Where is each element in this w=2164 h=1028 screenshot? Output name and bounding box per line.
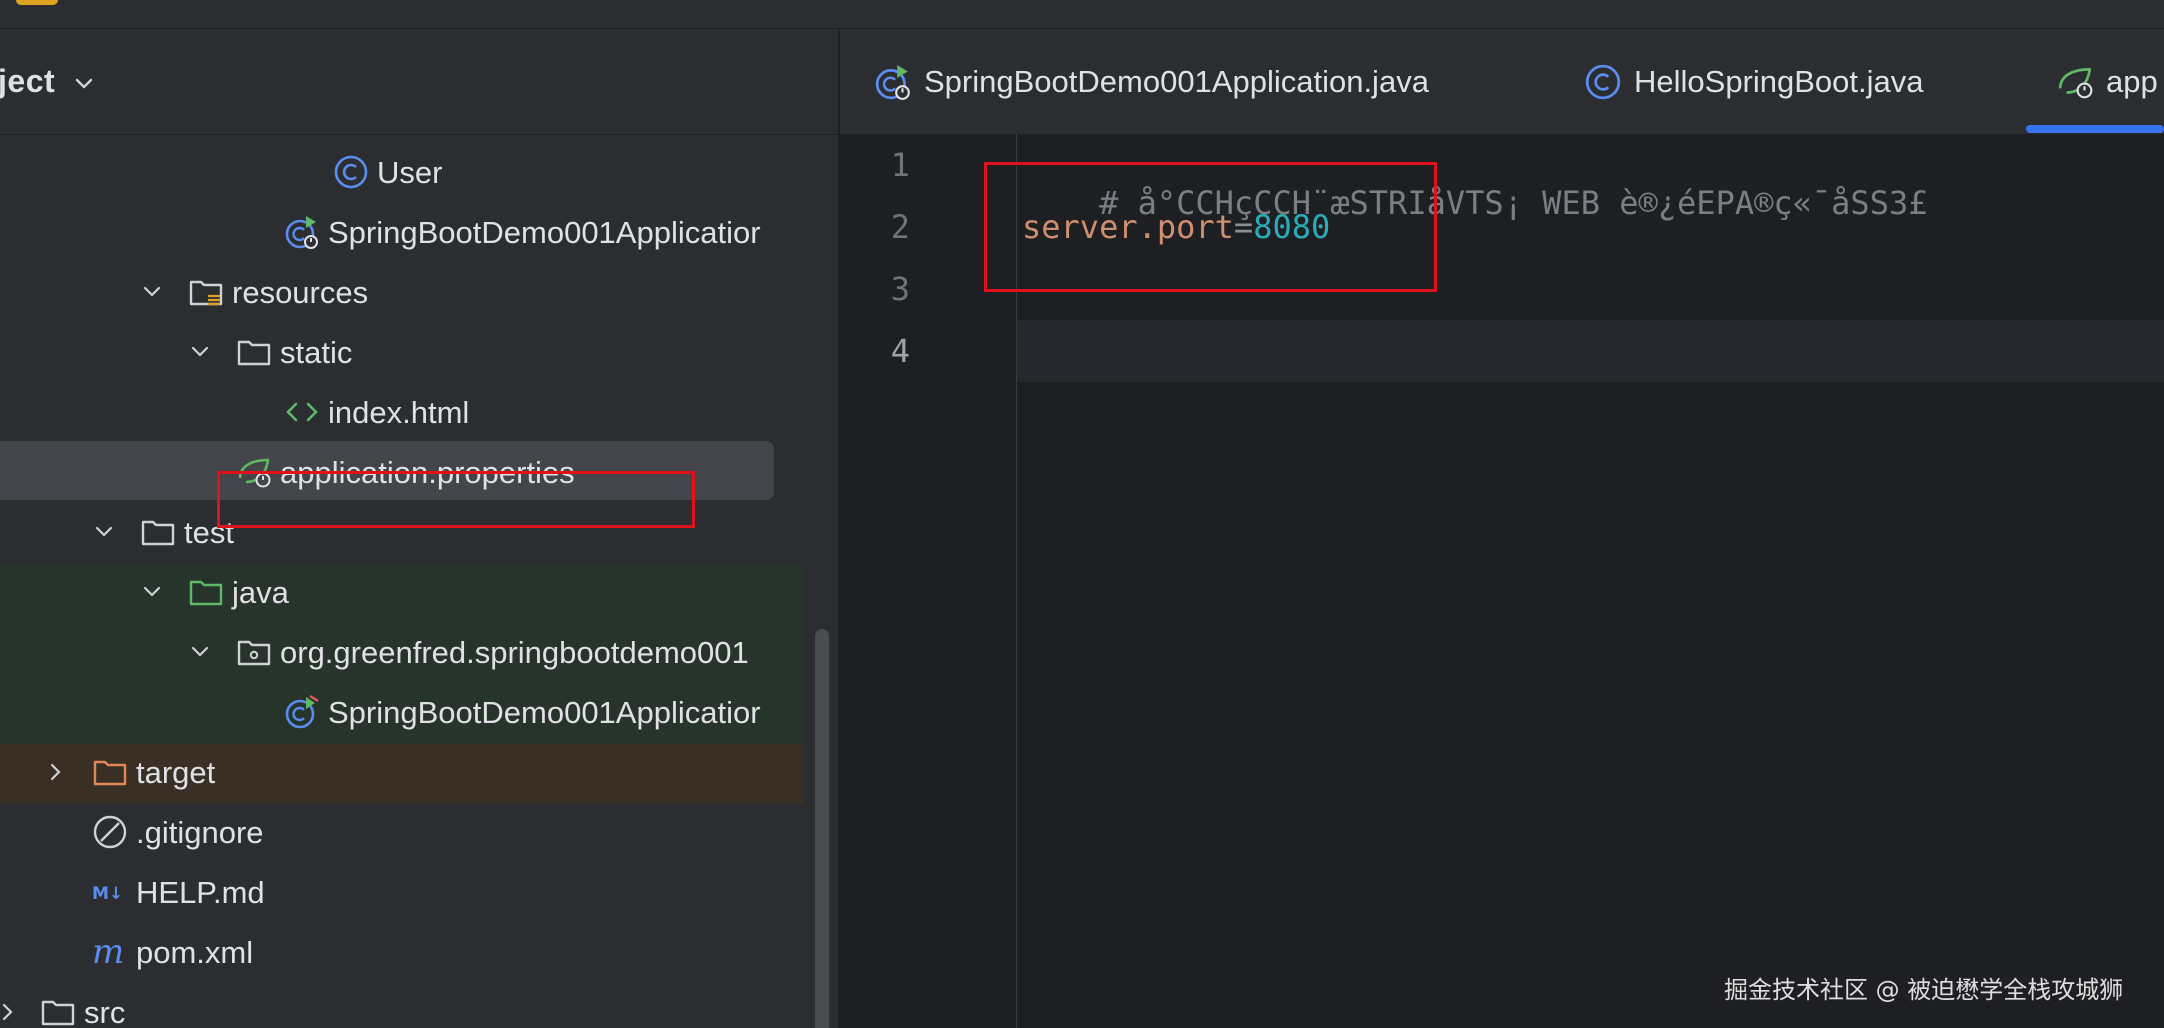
tree-item-user[interactable]: User bbox=[333, 142, 442, 202]
chevron-down-icon[interactable] bbox=[188, 640, 212, 664]
class-c-icon bbox=[334, 155, 368, 189]
tree-item-static[interactable]: static bbox=[188, 322, 352, 382]
tree-item-label: SpringBootDemo001Applicatior bbox=[328, 694, 761, 730]
tree-item-label: SpringBootDemo001Applicatior bbox=[328, 214, 761, 250]
active-tab-indicator bbox=[2026, 125, 2164, 133]
tree-item-label: java bbox=[232, 574, 289, 610]
project-panel: ject User SpringBootDemo001Applicatior r… bbox=[0, 29, 838, 1028]
line-number: 3 bbox=[890, 270, 910, 308]
editor-tab-bar: SpringBootDemo001Application.java HelloS… bbox=[840, 29, 2164, 135]
test-folder-icon bbox=[189, 580, 223, 606]
html-file-icon bbox=[286, 402, 318, 422]
tree-item-label: User bbox=[377, 154, 443, 190]
folder-icon bbox=[237, 340, 271, 366]
tree-item-test[interactable]: test bbox=[92, 502, 234, 562]
tree-item-application-class[interactable]: SpringBootDemo001Applicatior bbox=[284, 202, 761, 262]
tree-item-help-md[interactable]: M↓ HELP.md bbox=[92, 862, 265, 922]
tree-item-label: target bbox=[136, 754, 216, 790]
chevron-right-icon[interactable] bbox=[0, 1000, 20, 1024]
project-panel-header: ject bbox=[0, 29, 838, 135]
tree-item-gitignore[interactable]: .gitignore bbox=[92, 802, 264, 862]
tree-item-label: pom.xml bbox=[136, 934, 254, 970]
spring-properties-icon bbox=[2058, 67, 2093, 98]
vertical-scrollbar[interactable] bbox=[815, 629, 829, 1028]
markdown-icon: M↓ bbox=[92, 884, 123, 904]
spring-boot-app-icon bbox=[875, 64, 910, 100]
tree-item-label: index.html bbox=[328, 394, 470, 430]
ignore-file-icon bbox=[93, 815, 127, 849]
tree-item-label: static bbox=[280, 334, 353, 370]
tree-item-application-tests[interactable]: SpringBootDemo001Applicatior bbox=[284, 682, 761, 742]
current-line-highlight bbox=[840, 320, 2164, 382]
tab-label: SpringBootDemo001Application.java bbox=[924, 63, 1429, 99]
tree-item-label: resources bbox=[232, 274, 369, 310]
tree-item-label: src bbox=[84, 994, 126, 1028]
watermark: 掘金技术社区 @ 被迫懋学全栈攻城狮 bbox=[1724, 976, 2124, 1004]
tree-item-resources[interactable]: resources bbox=[140, 262, 368, 322]
title-bar bbox=[0, 0, 2164, 29]
svg-text:M↓: M↓ bbox=[92, 884, 123, 904]
tree-item-index-html[interactable]: index.html bbox=[284, 382, 469, 442]
tree-item-label: .gitignore bbox=[136, 814, 264, 850]
tree-item-target[interactable]: target bbox=[44, 742, 215, 802]
chevron-down-icon[interactable] bbox=[188, 340, 212, 364]
tree-item-package[interactable]: org.greenfred.springbootdemo001 bbox=[188, 622, 749, 682]
tree-item-pom-xml[interactable]: m pom.xml bbox=[92, 922, 253, 982]
tree-item-test-java[interactable]: java bbox=[140, 562, 289, 622]
package-icon bbox=[237, 640, 271, 666]
excluded-folder-icon bbox=[93, 760, 127, 786]
tree-item-src[interactable]: src bbox=[0, 982, 125, 1028]
line-number: 2 bbox=[890, 208, 910, 246]
chevron-down-icon[interactable] bbox=[140, 580, 164, 604]
editor-panel: SpringBootDemo001Application.java HelloS… bbox=[840, 29, 2164, 1028]
tree-item-label: HELP.md bbox=[136, 874, 265, 910]
tab-label: HelloSpringBoot.java bbox=[1634, 63, 1924, 99]
chevron-right-icon[interactable] bbox=[44, 760, 68, 784]
chevron-down-icon[interactable] bbox=[73, 73, 95, 95]
chevron-down-icon[interactable] bbox=[140, 280, 164, 304]
spring-boot-app-icon bbox=[285, 216, 318, 249]
line-number: 1 bbox=[890, 146, 910, 184]
tab-application-properties[interactable]: app bbox=[2056, 29, 2158, 134]
tab-label: app bbox=[2106, 63, 2158, 99]
resources-folder-icon bbox=[189, 280, 223, 306]
chevron-down-icon[interactable] bbox=[92, 520, 116, 544]
tab-hello-springboot[interactable]: HelloSpringBoot.java bbox=[1584, 29, 1924, 134]
line-number: 4 bbox=[890, 332, 910, 370]
folder-icon bbox=[141, 520, 175, 546]
class-c-icon bbox=[1585, 64, 1621, 99]
highlight-box bbox=[217, 471, 695, 528]
project-panel-title[interactable]: ject bbox=[0, 63, 55, 100]
svg-text:m: m bbox=[92, 934, 124, 970]
test-class-icon bbox=[285, 694, 319, 729]
highlight-box bbox=[984, 162, 1437, 292]
maven-icon: m bbox=[92, 934, 124, 970]
app-logo-icon bbox=[16, 0, 58, 5]
folder-icon bbox=[41, 1000, 75, 1026]
tree-item-label: org.greenfred.springbootdemo001 bbox=[280, 634, 749, 670]
tab-application-java[interactable]: SpringBootDemo001Application.java bbox=[874, 29, 1429, 134]
